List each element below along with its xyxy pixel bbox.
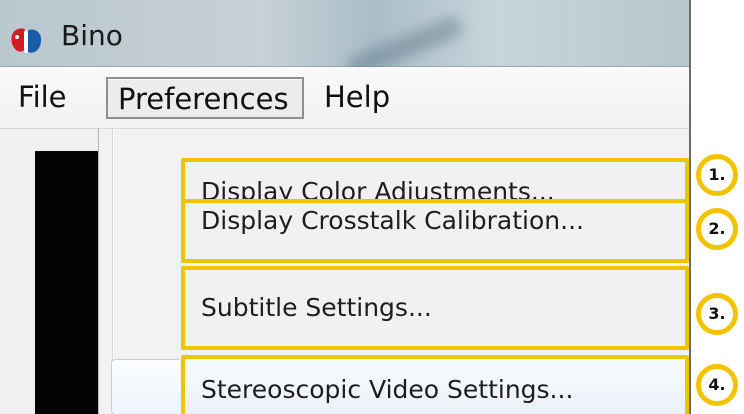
bino-window: Bino File Preferences Help Display Color…: [0, 0, 691, 414]
menu-bar: File Preferences Help: [0, 67, 689, 129]
bino-app-icon: [11, 28, 42, 53]
stereoscopic-video-settings-label: Stereoscopic Video Settings...: [201, 375, 574, 404]
display-crosstalk-calibration-label: Display Crosstalk Calibration...: [201, 206, 584, 235]
menu-file[interactable]: File: [10, 77, 75, 119]
menu-preferences[interactable]: Preferences: [106, 77, 304, 119]
display-crosstalk-calibration-menu-item[interactable]: Display Crosstalk Calibration...: [181, 199, 689, 263]
annotation-badge-1: 1.: [696, 154, 738, 196]
hover-highlight: [111, 359, 180, 414]
window-title: Bino: [61, 19, 123, 52]
annotation-badge-3: 3.: [696, 293, 738, 335]
menu-help[interactable]: Help: [310, 77, 404, 119]
annotation-badge-2: 2.: [696, 208, 738, 250]
subtitle-settings-menu-item[interactable]: Subtitle Settings...: [181, 266, 689, 350]
subtitle-settings-label: Subtitle Settings...: [201, 293, 432, 322]
title-bar[interactable]: Bino: [0, 0, 689, 67]
stereoscopic-video-settings-menu-item[interactable]: Stereoscopic Video Settings...: [181, 355, 689, 414]
video-preview-area: [35, 151, 98, 414]
annotation-badge-4: 4.: [696, 364, 738, 406]
preferences-dropdown-menu: Display Color Adjustments... Display Cro…: [98, 128, 689, 414]
